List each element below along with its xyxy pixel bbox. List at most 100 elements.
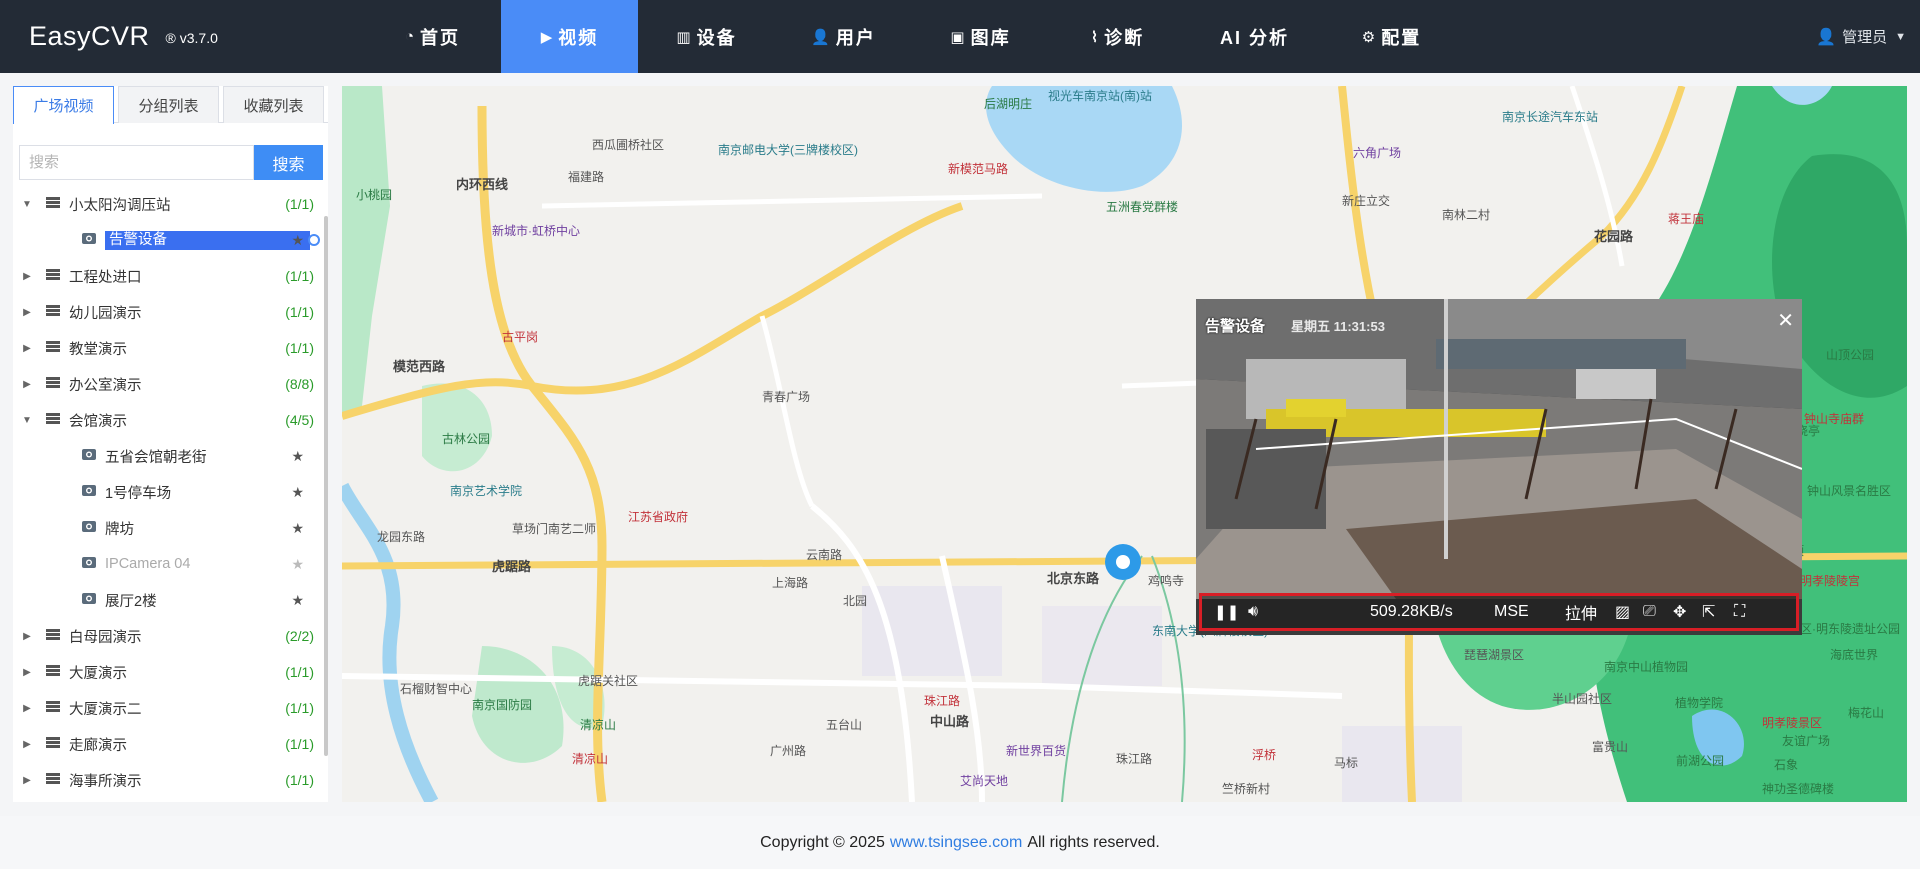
star-icon[interactable]: ★ bbox=[291, 556, 304, 573]
star-icon[interactable]: ★ bbox=[291, 484, 304, 501]
stretch-button[interactable]: 拉伸 bbox=[1565, 600, 1597, 624]
caret-right-icon[interactable]: ▶ bbox=[20, 775, 34, 786]
map-label: 上海路 bbox=[772, 576, 809, 590]
volume-icon[interactable]: 🔊︎ bbox=[1248, 603, 1258, 621]
caret-right-icon[interactable]: ▶ bbox=[20, 343, 34, 354]
tab-favorite-list[interactable]: 收藏列表 bbox=[223, 86, 324, 123]
caret-right-icon[interactable]: ▶ bbox=[20, 631, 34, 642]
camera-icon bbox=[34, 448, 105, 465]
footer: Copyright © 2025 www.tsingsee.com All ri… bbox=[0, 816, 1920, 869]
nav-item-4[interactable]: ▣ 图库 bbox=[912, 0, 1049, 73]
map-label: 石象 bbox=[1774, 758, 1799, 772]
map-label: 小桃园 bbox=[356, 188, 393, 202]
group-icon bbox=[34, 736, 69, 753]
ptz-move-icon[interactable]: ✥ bbox=[1673, 602, 1686, 622]
nav-item-0[interactable]: ◔ 首页 bbox=[364, 0, 501, 73]
nav-item-5[interactable]: ⌇ 诊断 bbox=[1049, 0, 1186, 73]
nav-item-2[interactable]: ▥ 设备 bbox=[638, 0, 775, 73]
fullscreen-icon[interactable]: ⛶ bbox=[1734, 603, 1745, 621]
location-icon[interactable] bbox=[308, 234, 320, 246]
tree-device-label: 展厅2楼 bbox=[105, 593, 157, 610]
camera-icon bbox=[34, 592, 105, 609]
tree-device[interactable]: 1号停车场 ★ bbox=[13, 474, 328, 510]
nav-item-label: AI 分析 bbox=[1219, 27, 1289, 48]
tree-group-count: (1/1) bbox=[285, 736, 314, 752]
tree-device[interactable]: IPCamera 04 ★ bbox=[13, 546, 328, 582]
star-icon[interactable]: ★ bbox=[291, 448, 304, 465]
tree-device-label: 五省会馆朝老街 bbox=[105, 449, 207, 466]
tree-group[interactable]: ▶ 白母园演示 (2/2) bbox=[13, 618, 328, 654]
caret-right-icon[interactable]: ▶ bbox=[20, 739, 34, 750]
tree-group[interactable]: ▶ 工程处进口 (1/1) bbox=[13, 258, 328, 294]
caret-down-icon[interactable]: ▼ bbox=[20, 199, 34, 210]
tree-group-count: (1/1) bbox=[285, 772, 314, 788]
tree-group-label: 小太阳沟调压站 bbox=[69, 197, 171, 214]
group-icon bbox=[34, 700, 69, 717]
map-label: 钟山风景名胜区 bbox=[1807, 484, 1892, 498]
map-label: 龙园东路 bbox=[377, 530, 426, 544]
tree-group[interactable]: ▼ 小太阳沟调压站 (1/1) bbox=[13, 186, 328, 222]
nav-item-7[interactable]: ⚙ 配置 bbox=[1323, 0, 1460, 73]
video-title: 告警设备 bbox=[1205, 318, 1266, 335]
caret-right-icon[interactable]: ▶ bbox=[20, 379, 34, 390]
chevron-down-icon: ▼ bbox=[1895, 30, 1906, 43]
map-label: 石榴财智中心 bbox=[400, 682, 473, 696]
snapshot-icon[interactable]: ▨ bbox=[1615, 602, 1630, 622]
camera-icon bbox=[34, 232, 105, 249]
nav-item-1[interactable]: ▶ 视频 bbox=[501, 0, 638, 73]
map-label: 神功圣德碑楼 bbox=[1762, 782, 1835, 796]
tree-group-count: (4/5) bbox=[285, 412, 314, 428]
tree-device[interactable]: 展厅2楼 ★ bbox=[13, 582, 328, 618]
pause-icon[interactable]: ❚❚ bbox=[1214, 603, 1239, 621]
map-label: 六角广场 bbox=[1353, 146, 1402, 160]
map-label: 广州路 bbox=[770, 744, 807, 758]
tree-group[interactable]: ▶ 大厦演示二 (1/1) bbox=[13, 690, 328, 726]
tree-device[interactable]: 五省会馆朝老街 ★ bbox=[13, 438, 328, 474]
close-icon[interactable]: ✕ bbox=[1777, 308, 1794, 333]
nav-item-label: 诊断 bbox=[1104, 27, 1145, 48]
electronic-zoom-icon[interactable]: ⇱ bbox=[1702, 602, 1715, 622]
star-icon[interactable]: ★ bbox=[291, 520, 304, 537]
nav-item-label: 首页 bbox=[420, 27, 461, 48]
tree-group[interactable]: ▶ 走廊演示 (1/1) bbox=[13, 726, 328, 762]
tree-group[interactable]: ▶ 幼儿园演示 (1/1) bbox=[13, 294, 328, 330]
user-menu[interactable]: 👤 管理员 ▼ bbox=[1816, 0, 1906, 73]
caret-right-icon[interactable]: ▶ bbox=[20, 307, 34, 318]
video-player[interactable]: 告警设备 星期五 11:31:53 ✕ ❚❚ 🔊︎ 509.28KB/s MSE… bbox=[1196, 299, 1802, 635]
nav-item-3[interactable]: 👤 用户 bbox=[775, 0, 912, 73]
tree-group[interactable]: ▼ 会馆演示 (4/5) bbox=[13, 402, 328, 438]
tab-square-video[interactable]: 广场视频 bbox=[13, 86, 114, 124]
tab-group-list[interactable]: 分组列表 bbox=[118, 86, 219, 123]
map-view[interactable]: 视光车南京站(南)站 后湖明庄 西瓜圃桥社区 南京邮电大学(三牌楼校区) 新模范马路 福建… bbox=[342, 86, 1907, 802]
sidebar-scrollbar[interactable] bbox=[324, 216, 328, 756]
map-label: 五洲春党群楼 bbox=[1106, 200, 1179, 214]
tree-device-label: IPCamera 04 bbox=[105, 556, 191, 572]
tree-device[interactable]: 牌坊 ★ bbox=[13, 510, 328, 546]
rights-text: All rights reserved. bbox=[1027, 833, 1160, 851]
record-icon[interactable]: ⎚ bbox=[1643, 603, 1656, 621]
tree-group-label: 大厦演示二 bbox=[69, 701, 142, 718]
caret-right-icon[interactable]: ▶ bbox=[20, 667, 34, 678]
stream-mode-text[interactable]: MSE bbox=[1494, 603, 1529, 621]
gear-icon: ⚙ bbox=[1361, 28, 1376, 46]
user-icon: 👤 bbox=[811, 28, 830, 46]
map-label: 南京邮电大学(三牌楼校区) bbox=[718, 143, 858, 157]
search-button[interactable]: 搜索 bbox=[254, 145, 323, 180]
search-input[interactable] bbox=[19, 145, 254, 180]
star-icon[interactable]: ★ bbox=[291, 232, 304, 249]
caret-down-icon[interactable]: ▼ bbox=[20, 415, 34, 426]
nav-item-6[interactable]: AI 分析 bbox=[1186, 0, 1323, 73]
tree-device[interactable]: 告警设备 ★ bbox=[13, 222, 328, 258]
tree-group[interactable]: ▶ 海事所演示 (1/1) bbox=[13, 762, 328, 798]
caret-right-icon[interactable]: ▶ bbox=[20, 703, 34, 714]
nav-item-label: 设备 bbox=[696, 27, 737, 48]
nav-item-label: 用户 bbox=[835, 27, 876, 48]
caret-right-icon[interactable]: ▶ bbox=[20, 271, 34, 282]
tree-group[interactable]: ▶ 教堂演示 (1/1) bbox=[13, 330, 328, 366]
tree-group[interactable]: ▶ 大厦演示 (1/1) bbox=[13, 654, 328, 690]
star-icon[interactable]: ★ bbox=[291, 592, 304, 609]
map-label: 植物学院 bbox=[1675, 696, 1724, 710]
tree-group-label: 办公室演示 bbox=[69, 377, 142, 394]
tree-group[interactable]: ▶ 办公室演示 (8/8) bbox=[13, 366, 328, 402]
footer-link[interactable]: www.tsingsee.com bbox=[890, 834, 1023, 852]
